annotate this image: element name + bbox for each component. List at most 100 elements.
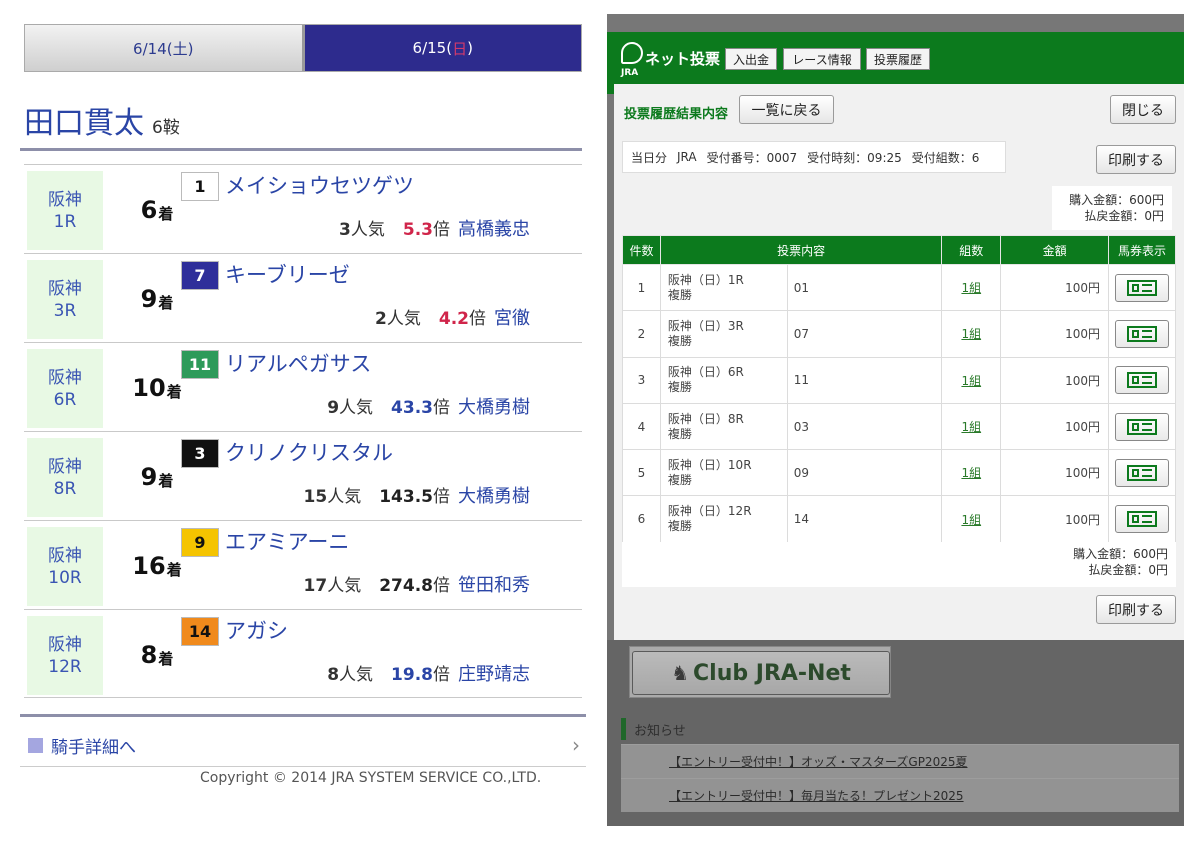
trainer-link[interactable]: 大橋勇樹 [458, 397, 530, 418]
bet-history-panel: JRA ネット投票 入出金 レース情報 投票履歴 投票履歴結果内容 一覧に戻る … [607, 14, 1184, 826]
horse-name-link[interactable]: リアルペガサス [225, 348, 371, 378]
bet-selection: 07 [786, 310, 943, 358]
race-result-row[interactable]: 阪神 1R 6 着 1 メイショウセツゲツ 3人気 5.3倍 高橋義忠 [24, 164, 582, 253]
club-jra-net-banner[interactable]: ♞ Club JRA-Net [629, 646, 891, 698]
close-button[interactable]: 閉じる [1110, 95, 1176, 124]
venue-name: 阪神 [48, 634, 82, 655]
bet-type: 複勝 [667, 287, 692, 302]
venue-badge: 阪神 10R [27, 527, 103, 606]
header-ticket: 馬券表示 [1108, 235, 1176, 265]
jockey-detail-label: 騎手詳細へ [51, 737, 136, 758]
bet-count-link[interactable]: 1組 [961, 466, 981, 480]
bet-race: 阪神（日）12R 複勝 [659, 495, 788, 543]
trainer-link[interactable]: 庄野靖志 [458, 664, 530, 685]
summary-sets: 受付組数：6 [911, 150, 980, 165]
bet-no: 6 [622, 495, 661, 543]
horse-number-badge: 3 [181, 439, 219, 468]
odds-number: 43.3 [391, 398, 433, 418]
venue-badge: 阪神 8R [27, 438, 103, 517]
card-title: 投票履歴結果内容 [624, 107, 729, 122]
bet-race-name: 阪神（日）8R [667, 411, 744, 426]
odds-unit: 倍 [433, 576, 450, 596]
odds-number: 5.3 [402, 220, 433, 240]
show-ticket-button[interactable] [1115, 505, 1169, 534]
notice-item[interactable]: 【エントリー受付中！】毎月当たる！プレゼント2025 [621, 778, 1179, 812]
show-ticket-button[interactable] [1115, 412, 1169, 441]
bet-count-link[interactable]: 1組 [961, 327, 981, 341]
bet-race: 阪神（日）10R 複勝 [659, 449, 788, 497]
print-button-bottom[interactable]: 印刷する [1096, 595, 1176, 624]
trainer-link[interactable]: 笹田和秀 [458, 575, 530, 596]
finish-unit: 着 [166, 561, 182, 579]
tab-date-sunday: 日 [452, 39, 468, 58]
race-result-row[interactable]: 阪神 12R 8 着 14 アガシ 8人気 19.8倍 庄野靖志 [24, 609, 582, 698]
notice-item[interactable]: 【エントリー受付中！】オッズ・マスターズGP2025夏 [621, 744, 1179, 778]
bet-race-name: 阪神（日）3R [667, 318, 744, 333]
logo-text: ネット投票 [645, 50, 721, 68]
print-button-top[interactable]: 印刷する [1096, 145, 1176, 174]
race-result-row[interactable]: 阪神 6R 10 着 11 リアルペガサス 9人気 43.3倍 大橋勇樹 [24, 342, 582, 431]
bet-race: 阪神（日）3R 複勝 [659, 310, 788, 358]
venue-name: 阪神 [48, 278, 82, 299]
notice-header: お知らせ [621, 718, 1181, 740]
back-to-list-button[interactable]: 一覧に戻る [739, 95, 834, 124]
bet-amount: 100円 [1000, 449, 1109, 497]
horse-name-link[interactable]: メイショウセツゲツ [225, 170, 414, 200]
show-ticket-button[interactable] [1115, 458, 1169, 487]
horse-name-link[interactable]: キーブリーゼ [225, 259, 350, 289]
venue-name: 阪神 [48, 545, 82, 566]
bet-no: 5 [622, 449, 661, 497]
copyright-text: Copyright © 2014 JRA SYSTEM SERVICE CO.,… [200, 770, 542, 786]
horse-name-link[interactable]: エアミアーニ [225, 526, 349, 556]
bet-table: 件数 投票内容 組数 金額 馬券表示 1 阪神（日）1R 複勝 01 1組 100円 2 阪神… [622, 235, 1176, 543]
jra-net-logo[interactable]: JRA ネット投票 [621, 42, 721, 82]
race-result-row[interactable]: 阪神 3R 9 着 7 キーブリーゼ 2人気 4.2倍 宮徹 [24, 253, 582, 342]
trainer-link[interactable]: 高橋義忠 [458, 219, 530, 240]
finish-number: 8 [140, 640, 158, 669]
finish-number: 9 [140, 462, 158, 491]
nav-race-info-button[interactable]: レース情報 [783, 48, 861, 70]
nav-bet-history-button[interactable]: 投票履歴 [866, 48, 930, 70]
bet-count-link[interactable]: 1組 [961, 281, 981, 295]
ticket-cell [1108, 263, 1176, 312]
amount-summary-top: 購入金額：600円 払戻金額：0円 [1052, 186, 1172, 230]
race-result-row[interactable]: 阪神 8R 9 着 3 クリノクリスタル 15人気 143.5倍 大橋勇樹 [24, 431, 582, 520]
odds-unit: 倍 [433, 487, 450, 507]
tab-date-0614[interactable]: 6/14(土) [25, 25, 305, 71]
table-row: 1 阪神（日）1R 複勝 01 1組 100円 [622, 263, 1176, 312]
bet-count-link[interactable]: 1組 [961, 420, 981, 434]
trainer-link[interactable]: 大橋勇樹 [458, 486, 530, 507]
ticket-icon [1127, 372, 1157, 389]
show-ticket-button[interactable] [1115, 366, 1169, 395]
show-ticket-button[interactable] [1115, 319, 1169, 348]
race-results-list: 阪神 1R 6 着 1 メイショウセツゲツ 3人気 5.3倍 高橋義忠 阪神 3R 9 着 7 キーブリーゼ… [24, 164, 582, 698]
venue-name: 阪神 [48, 456, 82, 477]
nav-deposit-button[interactable]: 入出金 [725, 48, 777, 70]
club-banner-button[interactable]: ♞ Club JRA-Net [632, 651, 890, 695]
bet-no: 2 [622, 310, 661, 358]
bet-count-cell: 1組 [941, 495, 1002, 543]
horse-name-link[interactable]: クリノクリスタル [225, 437, 393, 467]
ticket-icon [1127, 464, 1157, 481]
square-bullet-icon [28, 737, 43, 753]
bet-count-link[interactable]: 1組 [961, 513, 981, 527]
finish-unit: 着 [166, 383, 182, 401]
jockey-detail-link[interactable]: 騎手詳細へ › [28, 731, 584, 759]
bet-type: 複勝 [667, 426, 692, 441]
divider [20, 148, 582, 151]
popularity-number: 9 [327, 398, 340, 418]
show-ticket-button[interactable] [1115, 273, 1169, 302]
finish-unit: 着 [158, 472, 174, 490]
race-stats: 17人気 274.8倍 笹田和秀 [304, 571, 530, 597]
tab-date-label: 6/14(土) [133, 39, 194, 58]
bet-count-link[interactable]: 1組 [961, 374, 981, 388]
venue-badge: 阪神 6R [27, 349, 103, 428]
ticket-cell [1108, 356, 1176, 404]
popularity-number: 15 [303, 487, 328, 507]
trainer-link[interactable]: 宮徹 [494, 308, 530, 329]
tab-date-0615[interactable]: 6/15(日) [304, 25, 581, 71]
ticket-cell [1108, 449, 1176, 497]
horse-name-link[interactable]: アガシ [225, 615, 288, 645]
ticket-icon [1127, 279, 1157, 296]
race-result-row[interactable]: 阪神 10R 16 着 9 エアミアーニ 17人気 274.8倍 笹田和秀 [24, 520, 582, 609]
